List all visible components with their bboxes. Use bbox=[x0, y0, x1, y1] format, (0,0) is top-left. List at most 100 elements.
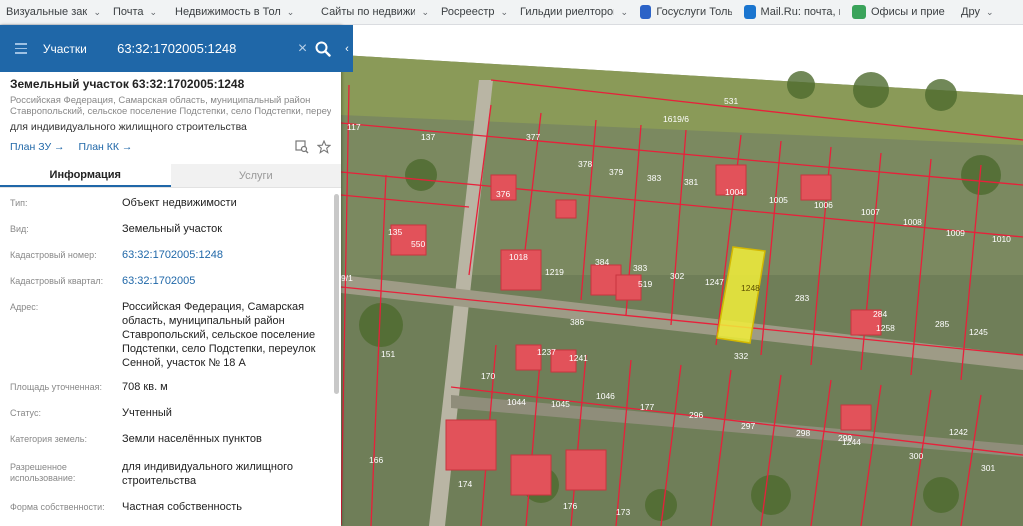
building bbox=[510, 454, 552, 496]
parcel-label: 378 bbox=[578, 159, 592, 169]
property-row: Категория земель: Земли населённых пункто… bbox=[0, 432, 330, 446]
parcel-title: Земельный участок 63:32:1702005:1248 bbox=[10, 77, 245, 91]
tab-services[interactable]: Услуги bbox=[170, 164, 341, 187]
tree-canopy bbox=[645, 489, 677, 521]
tree-canopy bbox=[359, 303, 403, 347]
bookmark-item[interactable]: Недвижимость в Тол ⌄ bbox=[169, 0, 315, 24]
parcel-label: 332 bbox=[734, 351, 748, 361]
parcel-label: 1241 bbox=[569, 353, 588, 363]
plan-zu-link[interactable]: План ЗУ → bbox=[10, 141, 65, 153]
parcel-label: 383 bbox=[647, 173, 661, 183]
bookmark-label: Почта bbox=[113, 6, 144, 18]
layer-select[interactable]: Участки bbox=[43, 42, 115, 56]
property-value: для индивидуального жилищного строительс… bbox=[122, 461, 294, 487]
fit-to-map-icon[interactable] bbox=[295, 140, 309, 154]
bookmark-item[interactable]: Офисы и прие bbox=[846, 0, 955, 24]
bookmark-label: Гильдии риелторов bbox=[520, 6, 615, 18]
parcel-label: 383 bbox=[633, 263, 647, 273]
bookmark-favicon-icon bbox=[744, 5, 756, 19]
parcel-label: 519 bbox=[638, 279, 652, 289]
property-row: Площадь уточненная: 708 кв. м bbox=[0, 380, 330, 394]
tree-canopy bbox=[405, 159, 437, 191]
parcel-label: 297 bbox=[741, 421, 755, 431]
chevron-down-icon: ⌄ bbox=[93, 6, 101, 17]
property-key: Разрешенное использование: bbox=[10, 462, 76, 483]
bookmark-label: Недвижимость в Тол bbox=[175, 6, 281, 18]
menu-icon[interactable] bbox=[8, 34, 37, 64]
bookmark-favicon-icon bbox=[640, 5, 652, 19]
chevron-down-icon: ⌄ bbox=[149, 6, 158, 17]
property-key: Категория земель: bbox=[10, 434, 87, 444]
parcel-label: 381 bbox=[684, 177, 698, 187]
chevron-down-icon: ⌄ bbox=[985, 6, 994, 17]
parcel-label: 1018 bbox=[509, 252, 528, 262]
parcel-label: 1044 bbox=[507, 397, 526, 407]
bookmark-item[interactable]: Почта ⌄ bbox=[107, 0, 169, 24]
scrollbar[interactable] bbox=[334, 194, 339, 394]
property-value: 708 кв. м bbox=[122, 381, 168, 393]
parcel-label: 135 bbox=[388, 227, 402, 237]
parcel-label: 151 bbox=[381, 349, 395, 359]
parcel-label: 376 bbox=[496, 189, 510, 199]
bookmark-item[interactable]: Дру ⌄ bbox=[955, 0, 1023, 24]
bookmark-item[interactable]: Госуслуги Тольятт bbox=[634, 0, 738, 24]
map-view[interactable]: 117 137 377 378 379 383 381 531 1619/6 1004 1005 10… bbox=[341, 25, 1023, 526]
property-row: Тип: Объект недвижимости bbox=[0, 196, 330, 210]
bookmark-item[interactable]: Росреестр ⌄ bbox=[435, 0, 514, 24]
parcel-label: 176 bbox=[563, 501, 577, 511]
parcel-address: Российская Федерация, Самарская область,… bbox=[10, 95, 331, 117]
parcel-label: 1010 bbox=[992, 234, 1011, 244]
parcel-label: 1245 bbox=[969, 327, 988, 337]
bookmark-item[interactable]: Гильдии риелторов ⌄ bbox=[514, 0, 634, 24]
parcel-label: 1258 bbox=[876, 323, 895, 333]
parcel-label: 174 bbox=[458, 479, 472, 489]
property-link[interactable]: 63:32:1702005 bbox=[122, 274, 203, 288]
bookmark-item[interactable]: Mail.Ru: почта, пои bbox=[738, 0, 846, 24]
property-value: Частная собственность bbox=[122, 501, 243, 513]
cadastral-map[interactable]: 117 137 377 378 379 383 381 531 1619/6 1004 1005 10… bbox=[341, 25, 1023, 526]
bookmark-label: Росреестр bbox=[441, 6, 495, 18]
property-value: Земельный участок bbox=[122, 223, 223, 235]
bookmark-label: Госуслуги Тольятт bbox=[656, 6, 732, 18]
bookmark-label: Дру bbox=[961, 6, 980, 18]
property-key: Площадь уточненная: bbox=[10, 382, 102, 392]
property-link[interactable]: 63:32:1702005:1248 bbox=[122, 248, 231, 262]
close-icon[interactable]: × bbox=[293, 40, 312, 58]
search-icon[interactable] bbox=[312, 38, 333, 60]
tree-canopy bbox=[751, 475, 791, 515]
parcel-label: 1619/6 bbox=[663, 114, 689, 124]
parcel-info: Земельный участок 63:32:1702005:1248 Рос… bbox=[0, 72, 341, 154]
parcel-label: 1007 bbox=[861, 207, 880, 217]
property-key: Тип: bbox=[10, 198, 28, 208]
search-input[interactable] bbox=[115, 41, 294, 56]
bookmark-label: Офисы и прие bbox=[871, 6, 945, 18]
property-key: Кадастровый квартал: bbox=[10, 276, 104, 286]
favorite-star-icon[interactable] bbox=[317, 140, 331, 154]
property-row: Статус: Учтенный bbox=[0, 406, 330, 420]
bookmark-item[interactable]: Сайты по недвижим ⌄ bbox=[315, 0, 435, 24]
building bbox=[555, 199, 577, 219]
property-key: Адрес: bbox=[10, 302, 39, 312]
parcel-label: 1248 bbox=[741, 283, 760, 293]
parcel-label: 1247 bbox=[705, 277, 724, 287]
collapse-panel-button[interactable]: ‹ bbox=[341, 25, 353, 72]
parcel-actions bbox=[295, 140, 331, 154]
tab-info[interactable]: Информация bbox=[0, 164, 171, 187]
bookmark-label: Визуальные заклад bbox=[6, 6, 88, 18]
bookmark-favicon-icon bbox=[852, 5, 866, 19]
plan-kk-link[interactable]: План КК → bbox=[79, 141, 133, 153]
bookmark-item[interactable]: Визуальные заклад ⌄ bbox=[0, 0, 107, 24]
parcel-address-line: Российская Федерация, Самарская область,… bbox=[10, 95, 311, 106]
parcel-label: 550 bbox=[411, 239, 425, 249]
tree-canopy bbox=[787, 71, 815, 99]
parcel-label: 137 bbox=[421, 132, 435, 142]
property-row: Кадастровый квартал: 63:32:1702005 bbox=[0, 274, 330, 288]
parcel-label: 285 bbox=[935, 319, 949, 329]
plan-links: План ЗУ → План КК → bbox=[10, 140, 331, 154]
parcel-label: 1045 bbox=[551, 399, 570, 409]
chevron-down-icon: ⌄ bbox=[286, 6, 295, 17]
bookmark-label: Сайты по недвижим bbox=[321, 6, 416, 18]
tree-canopy bbox=[961, 155, 1001, 195]
parcel-address-line: Ставропольский, сельское поселение Подст… bbox=[10, 106, 331, 117]
search-bar: Участки × bbox=[0, 25, 341, 72]
